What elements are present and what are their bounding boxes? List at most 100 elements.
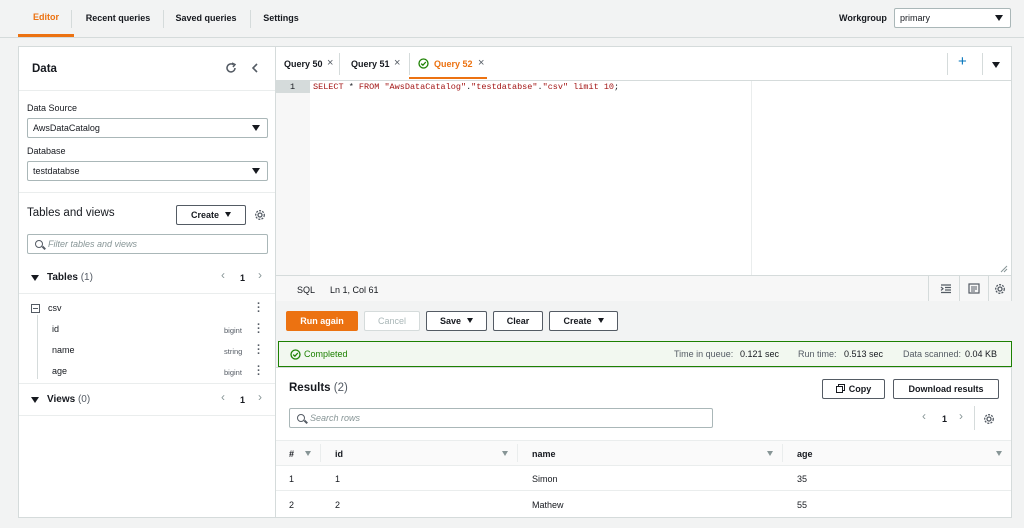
- tab-separator: [250, 10, 251, 28]
- query-tab-50[interactable]: Query 50: [284, 59, 323, 69]
- collapse-left-icon[interactable]: [250, 62, 260, 74]
- sort-icon[interactable]: [767, 451, 773, 456]
- copy-button[interactable]: Copy: [822, 379, 885, 399]
- close-icon[interactable]: ×: [327, 57, 333, 69]
- caret-down-icon: [597, 318, 604, 323]
- column-actions-icon[interactable]: · · ·: [257, 341, 261, 360]
- views-label: Views (0): [47, 394, 90, 405]
- column-header-name[interactable]: name: [532, 449, 556, 459]
- results-settings-icon[interactable]: [983, 413, 995, 425]
- results-title-text: Results: [289, 382, 331, 394]
- save-button[interactable]: Save: [426, 311, 487, 331]
- divider: [19, 293, 275, 294]
- chevron-right-icon[interactable]: ›: [959, 409, 963, 423]
- chevron-right-icon[interactable]: ›: [258, 268, 262, 282]
- caret-down-icon: [225, 212, 231, 217]
- tree-line: [37, 315, 38, 379]
- divider: [19, 415, 275, 416]
- data-sidebar: Data Data Source AwsDataCatalog Database…: [18, 46, 276, 518]
- tab-editor[interactable]: Editor: [18, 0, 74, 37]
- column-name: name: [52, 345, 75, 355]
- editor-status-bar: [276, 276, 1011, 301]
- collapse-table-icon[interactable]: [31, 304, 40, 313]
- table-actions-icon[interactable]: · · ·: [257, 299, 261, 318]
- shortcuts-icon[interactable]: [968, 283, 980, 294]
- create-table-button[interactable]: Create: [176, 205, 246, 225]
- column-actions-icon[interactable]: · · ·: [257, 320, 261, 339]
- column-actions-icon[interactable]: · · ·: [257, 362, 261, 381]
- sql-semicolon: ;: [614, 82, 620, 92]
- tables-count: (1): [80, 272, 93, 283]
- query-tab-52[interactable]: Query 52: [434, 59, 473, 69]
- gear-icon[interactable]: [254, 209, 266, 221]
- caret-down-icon: [252, 168, 260, 174]
- expand-views-icon[interactable]: [31, 397, 39, 403]
- cancel-button[interactable]: Cancel: [364, 311, 420, 331]
- divider: [19, 383, 275, 384]
- cell-index: 1: [289, 474, 295, 484]
- chevron-left-icon[interactable]: ‹: [221, 268, 225, 282]
- success-check-icon: [418, 58, 429, 69]
- chevron-left-icon[interactable]: ‹: [922, 409, 926, 423]
- sort-icon[interactable]: [996, 451, 1002, 456]
- tables-page: 1: [240, 273, 246, 283]
- database-select[interactable]: testdatabse: [27, 161, 268, 181]
- views-page: 1: [240, 395, 246, 405]
- table-row: 2 2 Mathew 55: [276, 492, 1011, 517]
- column-header-id[interactable]: id: [335, 449, 343, 459]
- sql-star: *: [343, 82, 359, 92]
- cursor-position: Ln 1, Col 61: [330, 285, 379, 295]
- line-number: 1: [290, 82, 296, 92]
- format-query-icon[interactable]: [940, 284, 952, 294]
- create-button[interactable]: Create: [549, 311, 618, 331]
- query-tab-51[interactable]: Query 51: [351, 59, 390, 69]
- sql-code-line[interactable]: SELECT * FROM "AwsDataCatalog"."testdata…: [313, 82, 619, 92]
- column-type: string: [224, 347, 243, 356]
- sql-string: "AwsDataCatalog": [384, 82, 467, 92]
- column-name: age: [52, 366, 68, 376]
- cell-id: 1: [335, 474, 341, 484]
- query-status-banner: Completed Time in queue: 0.121 sec Run t…: [278, 341, 1012, 367]
- clear-button[interactable]: Clear: [493, 311, 543, 331]
- views-count: (0): [77, 394, 91, 405]
- create-label: Create: [190, 210, 219, 220]
- chevron-left-icon[interactable]: ‹: [221, 390, 225, 404]
- add-query-icon[interactable]: +: [958, 54, 967, 70]
- search-rows-input[interactable]: Search rows: [289, 408, 713, 428]
- download-results-button[interactable]: Download results: [893, 379, 999, 399]
- run-again-button[interactable]: Run again: [286, 311, 358, 331]
- sort-icon[interactable]: [502, 451, 508, 456]
- query-editor: Query 50 × Query 51 × Query 52 × + 1 SEL…: [276, 46, 1012, 301]
- search-rows-placeholder: Search rows: [310, 413, 361, 423]
- print-margin: [751, 81, 752, 275]
- expand-tables-icon[interactable]: [31, 275, 39, 281]
- success-check-icon: [290, 349, 301, 360]
- run-time-value: 0.513 sec: [844, 349, 884, 359]
- close-icon[interactable]: ×: [394, 57, 400, 69]
- tab-settings[interactable]: Settings: [252, 0, 310, 37]
- data-source-label: Data Source: [27, 103, 78, 113]
- search-icon: [35, 240, 43, 248]
- time-in-queue-label: Time in queue:: [674, 349, 734, 359]
- table-name[interactable]: csv: [48, 303, 62, 313]
- chevron-right-icon[interactable]: ›: [258, 390, 262, 404]
- results-table-header: [276, 440, 1011, 466]
- data-source-select[interactable]: AwsDataCatalog: [27, 118, 268, 138]
- resize-handle-icon[interactable]: [1000, 265, 1008, 273]
- column-header-age[interactable]: age: [797, 449, 813, 459]
- editor-settings-icon[interactable]: [994, 283, 1006, 295]
- close-icon[interactable]: ×: [478, 57, 484, 69]
- more-queries-icon[interactable]: [992, 62, 1000, 68]
- refresh-icon[interactable]: [225, 62, 237, 74]
- caret-down-icon: [995, 15, 1003, 21]
- filter-tables-input[interactable]: Filter tables and views: [27, 234, 268, 254]
- sort-icon[interactable]: [305, 451, 311, 456]
- table-row: 1 1 Simon 35: [276, 466, 1011, 491]
- results-count: (2): [333, 382, 348, 394]
- workgroup-select[interactable]: primary: [894, 8, 1011, 28]
- tab-recent-queries[interactable]: Recent queries: [74, 0, 162, 37]
- cell-age: 55: [797, 500, 808, 510]
- views-label-text: Views: [47, 394, 76, 405]
- tab-saved-queries[interactable]: Saved queries: [164, 0, 248, 37]
- time-in-queue-value: 0.121 sec: [740, 349, 780, 359]
